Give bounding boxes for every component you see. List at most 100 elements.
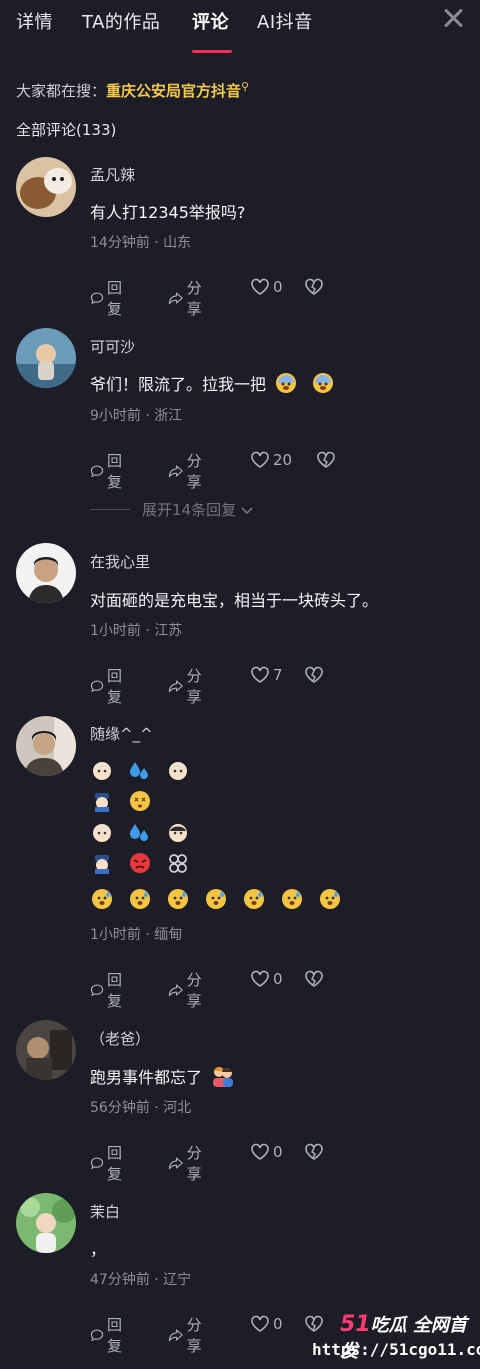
- share-label: 分享: [186, 971, 202, 1010]
- share-button[interactable]: 分享: [168, 277, 208, 319]
- reply-button[interactable]: 回复: [90, 450, 128, 492]
- active-tab-indicator: [192, 50, 232, 53]
- share-label: 分享: [186, 1316, 202, 1355]
- dizzy-face-icon: [128, 789, 152, 813]
- comment-meta: 9小时前 · 浙江: [90, 408, 183, 424]
- angry-face-icon: [128, 851, 152, 875]
- tab-works[interactable]: TA的作品: [82, 8, 160, 34]
- avatar[interactable]: [16, 1193, 76, 1253]
- share-label: 分享: [186, 1144, 202, 1183]
- broken-heart-icon: [317, 451, 335, 468]
- broken-heart-icon: [305, 666, 323, 683]
- reply-icon: [90, 1329, 104, 1342]
- reply-label: 回复: [107, 279, 123, 318]
- divider: [90, 509, 130, 510]
- reply-icon: [90, 1157, 104, 1170]
- like-count: 0: [273, 1315, 283, 1333]
- share-button[interactable]: 分享: [168, 969, 208, 1011]
- face-icon: [166, 758, 190, 782]
- comment-meta: 1小时前 · 江苏: [90, 623, 183, 639]
- broken-heart-icon: [305, 970, 323, 987]
- username[interactable]: 随缘^_^: [90, 723, 153, 744]
- avatar[interactable]: [16, 543, 76, 603]
- comment-meta: 1小时前 · 缅甸: [90, 927, 183, 943]
- dislike-button[interactable]: [304, 1142, 324, 1162]
- username[interactable]: 在我心里: [90, 551, 150, 572]
- share-label: 分享: [186, 452, 202, 491]
- comment-text: 爷们！限流了。拉我一把: [90, 371, 334, 395]
- heart-icon: [251, 1143, 269, 1160]
- username[interactable]: 可可沙: [90, 336, 135, 357]
- top-tab-bar: 详情 TA的作品 评论 AI抖音: [0, 0, 480, 54]
- heart-icon: [251, 451, 269, 468]
- site-watermark: 51吃瓜 全网首发 https://51cgo11.com: [300, 1303, 480, 1369]
- heart-icon: [251, 970, 269, 987]
- search-icon: ⚲: [241, 80, 250, 93]
- share-button[interactable]: 分享: [168, 1314, 208, 1356]
- reply-label: 回复: [107, 667, 123, 706]
- like-button[interactable]: 20: [250, 450, 292, 470]
- emoji-row: [90, 820, 204, 844]
- share-icon: [168, 680, 183, 693]
- username[interactable]: （老爸）: [90, 1028, 150, 1049]
- reply-button[interactable]: 回复: [90, 969, 128, 1011]
- reply-button[interactable]: 回复: [90, 1314, 128, 1356]
- emoji-row: [90, 758, 204, 782]
- face-icon: [90, 820, 114, 844]
- dislike-button[interactable]: [304, 277, 324, 297]
- share-icon: [168, 984, 183, 997]
- like-count: 7: [273, 666, 283, 684]
- reply-button[interactable]: 回复: [90, 665, 128, 707]
- reply-button[interactable]: 回复: [90, 1142, 128, 1184]
- emoji-row: [90, 789, 166, 813]
- username[interactable]: 孟凡辣: [90, 164, 135, 185]
- tab-comments[interactable]: 评论: [192, 8, 229, 34]
- avatar[interactable]: [16, 716, 76, 776]
- police-officer-icon: [90, 851, 114, 875]
- broken-heart-icon: [305, 278, 323, 295]
- share-button[interactable]: 分享: [168, 665, 208, 707]
- share-icon: [168, 292, 183, 305]
- crying-emoji-icon: [276, 373, 297, 393]
- tab-details[interactable]: 详情: [16, 8, 53, 34]
- like-button[interactable]: 0: [250, 1314, 283, 1334]
- dislike-button[interactable]: [304, 665, 324, 685]
- dislike-button[interactable]: [316, 450, 336, 470]
- like-button[interactable]: 0: [250, 1142, 283, 1162]
- reply-icon: [90, 680, 104, 693]
- search-hint-keyword[interactable]: 重庆公安局官方抖音: [106, 82, 241, 100]
- comment-text: 跑男事件都忘了: [90, 1064, 235, 1088]
- heart-icon: [251, 666, 269, 683]
- avatar[interactable]: [16, 157, 76, 217]
- comment-meta: 14分钟前 · 山东: [90, 235, 192, 251]
- avatar[interactable]: [16, 1020, 76, 1080]
- cold-sweat-face-icon: [128, 887, 152, 911]
- like-count: 0: [273, 1143, 283, 1161]
- share-icon: [168, 1329, 183, 1342]
- reply-icon: [90, 465, 104, 478]
- reply-icon: [90, 292, 104, 305]
- share-icon: [168, 465, 183, 478]
- face-icon: [90, 758, 114, 782]
- reply-button[interactable]: 回复: [90, 277, 128, 319]
- reply-label: 回复: [107, 452, 123, 491]
- like-button[interactable]: 7: [250, 665, 283, 685]
- username[interactable]: 茉白: [90, 1201, 120, 1222]
- search-suggestion[interactable]: 大家都在搜：重庆公安局官方抖音⚲: [16, 80, 249, 101]
- share-button[interactable]: 分享: [168, 450, 208, 492]
- broken-heart-icon: [305, 1143, 323, 1160]
- watermark-url: https://51cgo11.com: [312, 1340, 480, 1359]
- like-count: 0: [273, 970, 283, 988]
- like-button[interactable]: 0: [250, 277, 283, 297]
- tab-ai-douyin[interactable]: AI抖音: [257, 8, 313, 34]
- expand-replies-button[interactable]: 展开14条回复: [90, 499, 255, 520]
- hugging-people-icon: [213, 1067, 234, 1087]
- comment-meta: 56分钟前 · 河北: [90, 1100, 192, 1116]
- like-button[interactable]: 0: [250, 969, 283, 989]
- avatar[interactable]: [16, 328, 76, 388]
- close-icon[interactable]: [440, 5, 466, 31]
- sweat-drops-icon: [128, 820, 152, 844]
- comment-meta: 47分钟前 · 辽宁: [90, 1272, 192, 1288]
- dislike-button[interactable]: [304, 969, 324, 989]
- share-button[interactable]: 分享: [168, 1142, 208, 1184]
